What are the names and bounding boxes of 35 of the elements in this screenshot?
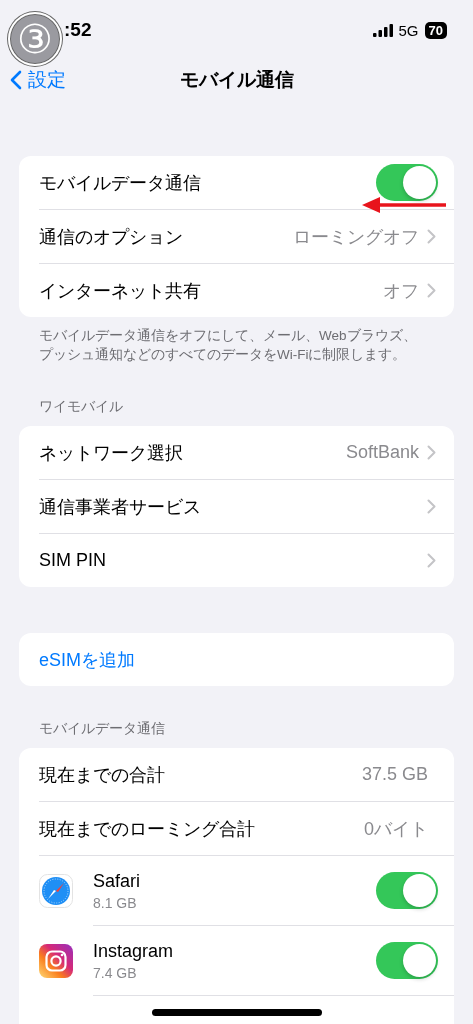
compass-icon xyxy=(39,874,73,908)
section-footer: モバイルデータ通信をオフにして、メール、Webブラウズ、プッシュ通知などのすべてのデータをWi-Fiに制限します。 xyxy=(19,317,454,364)
settings-row[interactable]: 通信のオプション ローミングオフ xyxy=(19,210,454,264)
chevron-icon xyxy=(427,445,436,460)
settings-row[interactable]: ネットワーク選択 SoftBank xyxy=(19,426,454,480)
chevron-icon xyxy=(427,283,436,298)
toggle-switch[interactable] xyxy=(376,872,438,909)
network-type: 5G xyxy=(398,21,419,39)
screen-title: モバイル通信 xyxy=(179,68,294,92)
row-value: 0バイト xyxy=(364,817,428,841)
row-label: 現在までの合計 xyxy=(39,763,166,787)
toggle-switch[interactable] xyxy=(376,164,438,201)
toggle-switch[interactable] xyxy=(376,942,438,979)
row-value: 37.5 GB xyxy=(361,764,428,785)
app-name: Safari xyxy=(93,870,142,892)
section-header: モバイルデータ通信 xyxy=(38,720,166,738)
chevron-icon xyxy=(427,229,436,244)
signal-icon xyxy=(372,23,393,37)
app-usage: 8.1 GB xyxy=(93,894,138,911)
chevron-icon xyxy=(427,499,436,514)
app-name: Instagram xyxy=(93,940,175,962)
step-number: ③ xyxy=(8,12,62,66)
row-label: 現在までのローミング合計 xyxy=(39,817,256,841)
settings-row[interactable]: 通信事業者サービス xyxy=(19,480,454,534)
status-time: :52 xyxy=(63,19,92,41)
section-header: ワイモバイル xyxy=(38,398,124,416)
battery-level: 70 xyxy=(424,21,447,39)
app-usage: 7.4 GB xyxy=(93,964,138,981)
back-chevron-icon xyxy=(10,70,22,90)
camera-icon xyxy=(39,944,73,978)
settings-row[interactable]: SIM PIN xyxy=(19,534,454,587)
row-label: モバイルデータ通信 xyxy=(39,171,202,195)
settings-row[interactable]: インターネット共有 オフ xyxy=(19,264,454,317)
chevron-icon xyxy=(427,553,436,568)
add-esim-link[interactable]: eSIMを追加 xyxy=(39,647,135,672)
